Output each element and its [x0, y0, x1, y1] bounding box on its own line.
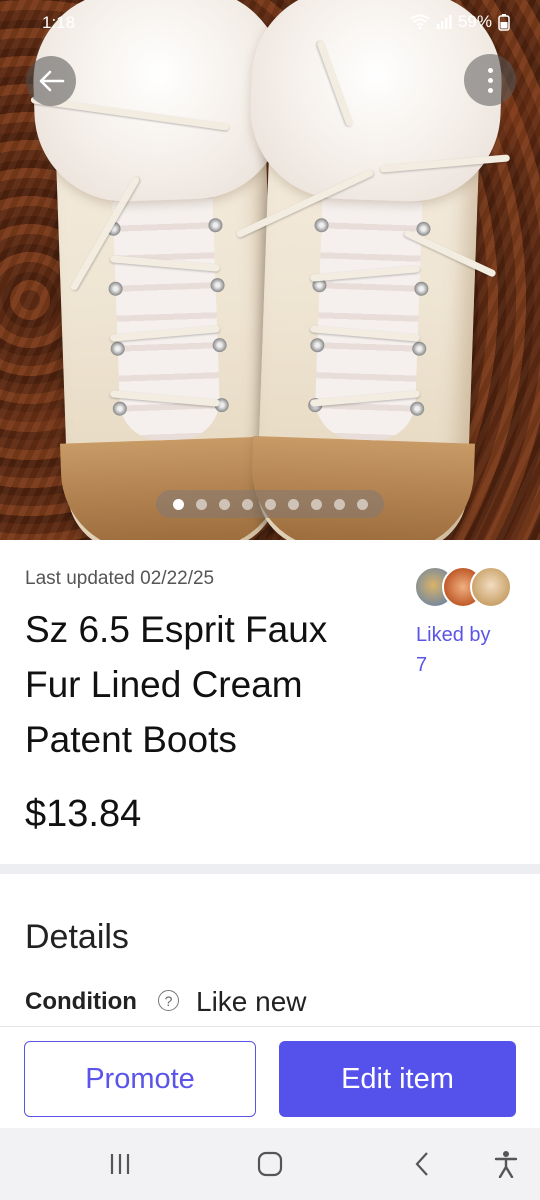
- system-nav-bar: [0, 1128, 540, 1200]
- battery-text: 59%: [457, 12, 492, 31]
- last-updated: Last updated 02/22/25: [25, 568, 215, 589]
- page-dot[interactable]: [218, 498, 230, 510]
- back-arrow-icon: [39, 70, 65, 92]
- condition-label: Condition: [25, 988, 137, 1015]
- edit-item-button[interactable]: Edit item: [279, 1041, 516, 1117]
- page-dot[interactable]: [356, 498, 368, 510]
- details-heading: Details: [25, 918, 129, 956]
- condition-value: Like new: [196, 986, 307, 1017]
- listing-title: Sz 6.5 Esprit Faux Fur Lined Cream Paten…: [25, 609, 328, 760]
- accessibility-icon[interactable]: [492, 1148, 520, 1180]
- page-dot[interactable]: [264, 498, 276, 510]
- page-dot[interactable]: [241, 498, 253, 510]
- help-icon[interactable]: ?: [158, 990, 179, 1011]
- wifi-icon: [410, 14, 430, 30]
- signal-icon: [436, 15, 452, 29]
- page-dot[interactable]: [287, 498, 299, 510]
- section-divider: [0, 864, 540, 874]
- page-dot[interactable]: [195, 498, 207, 510]
- gallery-pagination: [156, 490, 384, 518]
- liked-by-label: Liked by: [416, 624, 491, 646]
- page-dot[interactable]: [333, 498, 345, 510]
- listing-photo[interactable]: 1:18 59%: [0, 0, 540, 540]
- listing-price: $13.84: [25, 793, 142, 835]
- status-time: 1:18: [42, 13, 76, 32]
- details-section: Details Condition ? Like new: [0, 874, 540, 1024]
- liked-by-link[interactable]: Liked by 7: [416, 620, 491, 680]
- more-options-button[interactable]: [464, 54, 516, 106]
- status-bar: 1:18 59%: [0, 0, 540, 46]
- nav-back-icon[interactable]: [408, 1148, 436, 1180]
- action-bar: Promote Edit item: [0, 1026, 540, 1128]
- likers-avatars[interactable]: [414, 566, 514, 610]
- more-vert-icon: [487, 67, 493, 73]
- listing-info: Last updated 02/22/25 Sz 6.5 Esprit Faux…: [0, 540, 540, 862]
- avatar: [470, 566, 512, 608]
- page-dot[interactable]: [172, 498, 184, 510]
- home-icon[interactable]: [256, 1148, 284, 1180]
- recent-apps-icon[interactable]: [106, 1148, 134, 1180]
- promote-button[interactable]: Promote: [24, 1041, 256, 1117]
- battery-icon: [498, 14, 510, 31]
- page-dot[interactable]: [310, 498, 322, 510]
- back-button[interactable]: [26, 56, 76, 106]
- liked-by-count: 7: [416, 654, 428, 676]
